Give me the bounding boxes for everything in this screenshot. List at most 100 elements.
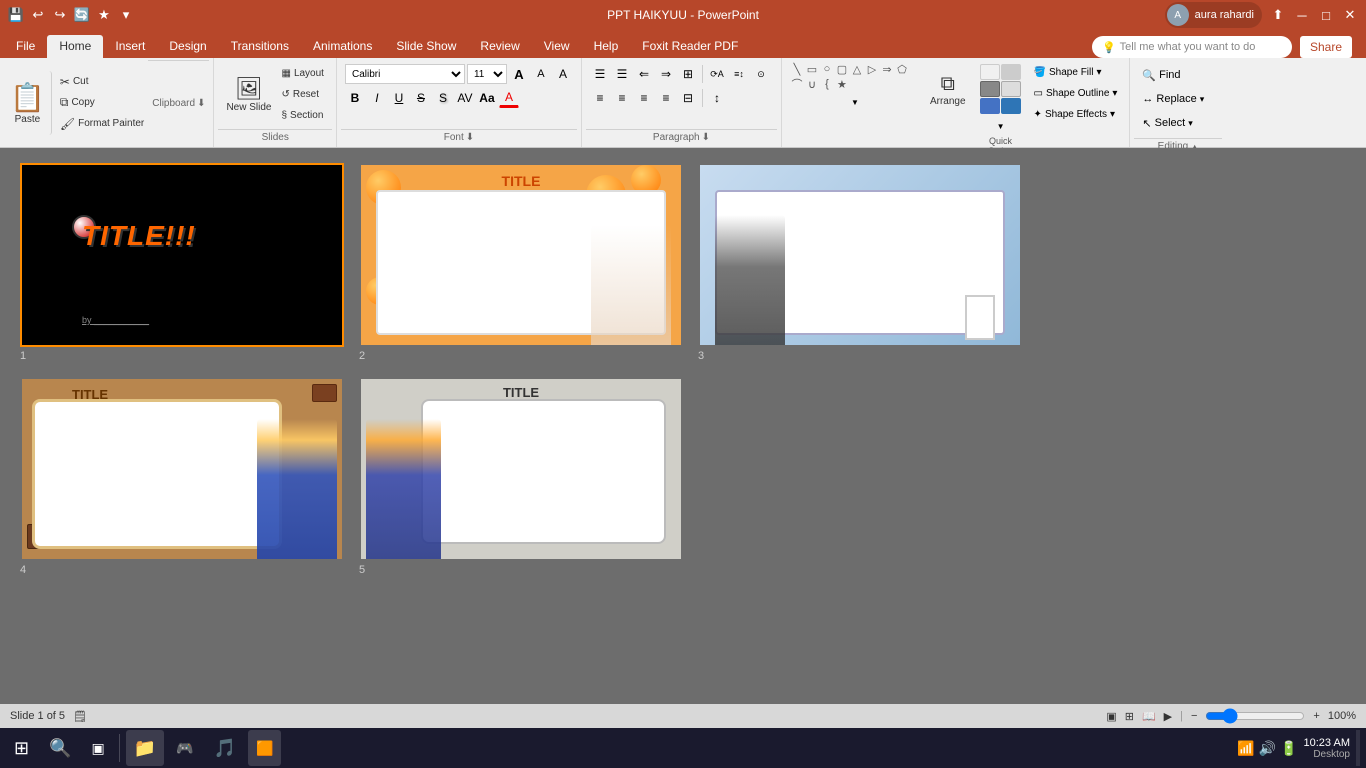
- underline-button[interactable]: U: [389, 88, 409, 108]
- rounded-rect-shape[interactable]: ▢: [835, 62, 849, 76]
- text-direction-button[interactable]: ⟳A: [707, 64, 727, 84]
- shadow-button[interactable]: S: [433, 88, 453, 108]
- align-left-button[interactable]: ≡: [590, 88, 610, 108]
- smartart-button[interactable]: ⊙: [751, 64, 771, 84]
- view-reading-icon[interactable]: 📖: [1142, 710, 1156, 723]
- tab-animations[interactable]: Animations: [301, 35, 384, 58]
- shapes-dropdown-btn[interactable]: ▼: [790, 92, 920, 112]
- tab-insert[interactable]: Insert: [103, 35, 157, 58]
- cut-button[interactable]: ✂ Cut: [56, 72, 148, 92]
- slide-thumb-5[interactable]: TITLE: [359, 377, 683, 561]
- tab-design[interactable]: Design: [157, 35, 218, 58]
- strikethrough-button[interactable]: S: [411, 88, 431, 108]
- start-button[interactable]: ⊞: [6, 730, 37, 766]
- columns-button[interactable]: ⊟: [678, 88, 698, 108]
- italic-button[interactable]: I: [367, 88, 387, 108]
- rect-shape[interactable]: ▭: [805, 62, 819, 76]
- battery-icon[interactable]: 🔋: [1280, 740, 1297, 757]
- tell-me-input[interactable]: 💡 Tell me what you want to do: [1092, 36, 1292, 58]
- tab-review[interactable]: Review: [468, 35, 531, 58]
- tab-file[interactable]: File: [4, 35, 47, 58]
- clipboard-expand-icon[interactable]: ⬇: [197, 98, 205, 109]
- decrease-font-button[interactable]: A: [531, 64, 551, 84]
- select-button[interactable]: ↖ Select ▾: [1138, 112, 1218, 134]
- share-button[interactable]: Share: [1300, 36, 1352, 58]
- line-shape[interactable]: ╲: [790, 62, 804, 76]
- bold-button[interactable]: B: [345, 88, 365, 108]
- line-spacing-button[interactable]: ↕: [707, 88, 727, 108]
- format-painter-button[interactable]: 🖌 Format Painter: [56, 114, 148, 134]
- find-button[interactable]: 🔍 Find: [1138, 64, 1218, 86]
- clear-format-button[interactable]: A: [553, 64, 573, 84]
- quick-styles-dropdown[interactable]: ▼: [978, 116, 1024, 136]
- shape-outline-button[interactable]: ▭ Shape Outline ▾: [1030, 83, 1122, 103]
- section-button[interactable]: § Section: [277, 106, 327, 126]
- ribbon-collapse-icon[interactable]: ⬆: [1270, 7, 1286, 23]
- tab-home[interactable]: Home: [47, 35, 103, 58]
- font-size-incr-btn[interactable]: Aa: [477, 88, 497, 108]
- user-badge[interactable]: A aura rahardi: [1165, 2, 1262, 28]
- qs-6[interactable]: [1001, 98, 1021, 114]
- powerpoint-button[interactable]: 🟧: [248, 730, 281, 766]
- font-color-button[interactable]: A: [499, 88, 519, 108]
- star-shape[interactable]: ★: [835, 77, 849, 91]
- game-icon[interactable]: 🎮: [168, 730, 201, 766]
- shape-effects-arrow[interactable]: ▾: [1110, 109, 1115, 120]
- font-expand-icon[interactable]: ⬇: [466, 132, 474, 143]
- zoom-slider[interactable]: [1205, 708, 1305, 724]
- qs-5[interactable]: [980, 98, 1000, 114]
- text-columns-button[interactable]: ⊞: [678, 64, 698, 84]
- decrease-indent-button[interactable]: ⇐: [634, 64, 654, 84]
- notes-icon[interactable]: 🗒: [73, 710, 87, 723]
- view-slideshow-icon[interactable]: ▶: [1164, 710, 1172, 723]
- align-text-button[interactable]: ≡↕: [729, 64, 749, 84]
- pentagon-shape[interactable]: ⬠: [895, 62, 909, 76]
- slide-thumb-2[interactable]: TITLE: [359, 163, 683, 347]
- replace-button[interactable]: ↔ Replace ▾: [1138, 88, 1218, 110]
- show-desktop-btn[interactable]: [1356, 730, 1360, 766]
- paragraph-expand-icon[interactable]: ⬇: [702, 132, 710, 143]
- tab-slideshow[interactable]: Slide Show: [384, 35, 468, 58]
- slide-thumb-3[interactable]: TITLE: [698, 163, 1022, 347]
- shape-outline-arrow[interactable]: ▾: [1112, 88, 1117, 99]
- copy-button[interactable]: ⧉ Copy: [56, 93, 148, 113]
- qs-3[interactable]: [980, 81, 1000, 97]
- shape-fill-arrow[interactable]: ▾: [1096, 67, 1101, 78]
- arrow-shape[interactable]: ⇒: [880, 62, 894, 76]
- slide-thumb-4[interactable]: TITLE: [20, 377, 344, 561]
- reset-button[interactable]: ↺ Reset: [277, 85, 327, 105]
- curve-shape[interactable]: ⌒: [790, 77, 804, 91]
- char-spacing-button[interactable]: AV: [455, 88, 475, 108]
- task-view-button[interactable]: ▣: [84, 730, 113, 766]
- qs-2[interactable]: [1001, 64, 1021, 80]
- minimize-btn[interactable]: ─: [1294, 7, 1310, 23]
- align-right-button[interactable]: ≡: [634, 88, 654, 108]
- save-icon[interactable]: 💾: [8, 7, 24, 23]
- bracket-shape[interactable]: {: [820, 77, 834, 91]
- tab-help[interactable]: Help: [582, 35, 631, 58]
- increase-font-button[interactable]: A: [509, 64, 529, 84]
- shape-fill-button[interactable]: 🪣 Shape Fill ▾: [1030, 62, 1122, 82]
- tab-foxit[interactable]: Foxit Reader PDF: [630, 35, 750, 58]
- file-explorer-button[interactable]: 📁: [126, 730, 164, 766]
- star-icon[interactable]: ★: [96, 7, 112, 23]
- network-icon[interactable]: 📶: [1237, 740, 1254, 757]
- right-triangle-shape[interactable]: △: [850, 62, 864, 76]
- down-arrow-icon[interactable]: ▾: [118, 7, 134, 23]
- tab-transitions[interactable]: Transitions: [219, 35, 301, 58]
- slide-thumb-1[interactable]: TITLE!!! by ___________: [20, 163, 344, 347]
- music-button[interactable]: 🎵: [206, 730, 244, 766]
- arrange-button[interactable]: ⧉ Arrange: [924, 62, 972, 118]
- close-btn[interactable]: ✕: [1342, 7, 1358, 23]
- justify-button[interactable]: ≡: [656, 88, 676, 108]
- new-slide-button[interactable]: 🖼 New Slide: [222, 66, 275, 124]
- font-family-select[interactable]: Calibri: [345, 64, 465, 84]
- font-size-select[interactable]: 11: [467, 64, 507, 84]
- redo-icon[interactable]: ↪: [52, 7, 68, 23]
- zoom-in-icon[interactable]: +: [1313, 710, 1319, 722]
- circle-shape[interactable]: ○: [820, 62, 834, 76]
- volume-icon[interactable]: 🔊: [1259, 740, 1276, 757]
- maximize-btn[interactable]: □: [1318, 7, 1334, 23]
- qs-4[interactable]: [1001, 81, 1021, 97]
- zoom-out-icon[interactable]: −: [1191, 710, 1197, 722]
